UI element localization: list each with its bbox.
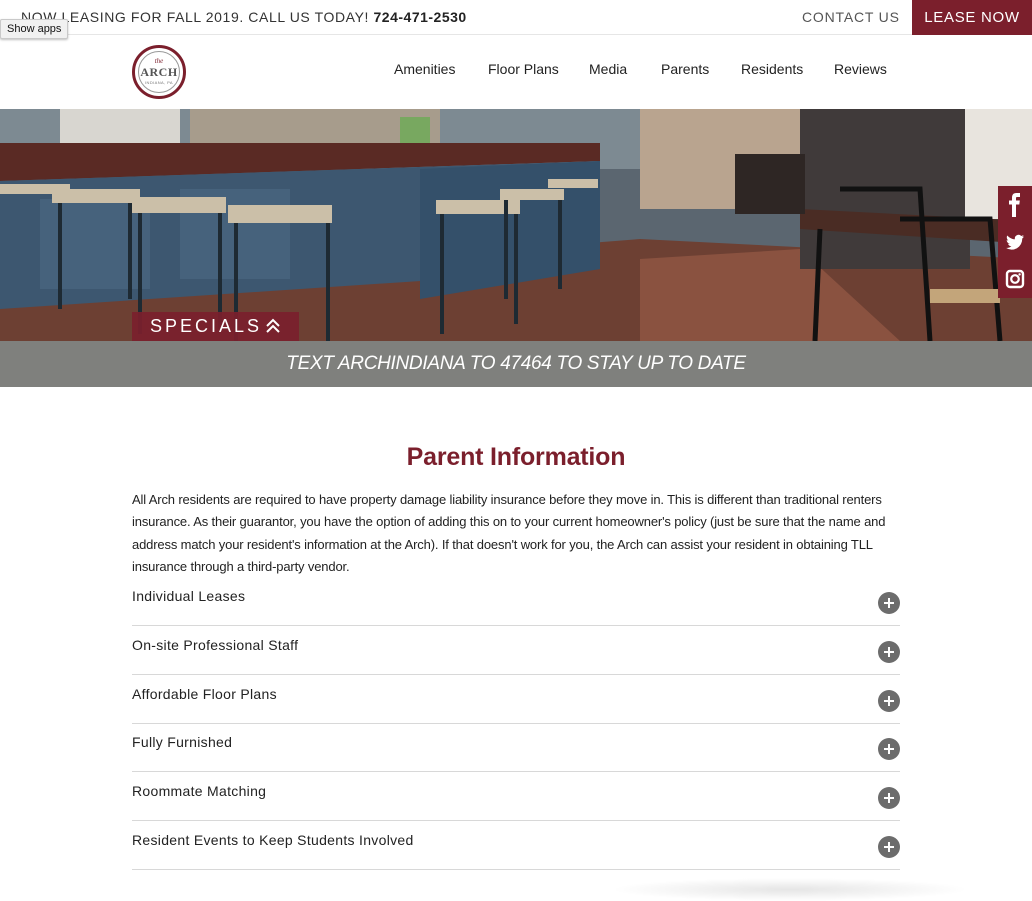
arch-logo[interactable]: the ARCH INDIANA, PA bbox=[132, 45, 186, 99]
accordion-label: Individual Leases bbox=[132, 588, 246, 604]
plus-icon[interactable] bbox=[878, 738, 900, 760]
logo-the: the bbox=[154, 57, 164, 65]
specials-label: SPECIALS bbox=[150, 316, 263, 336]
hero-image bbox=[0, 109, 1032, 341]
accordion-item-affordable-floor-plans[interactable]: Affordable Floor Plans bbox=[132, 675, 900, 724]
plus-icon[interactable] bbox=[878, 592, 900, 614]
nav-item-residents[interactable]: Residents bbox=[741, 61, 803, 77]
accordion-item-resident-events[interactable]: Resident Events to Keep Students Involve… bbox=[132, 821, 900, 870]
social-bar bbox=[998, 186, 1032, 298]
floating-shadow bbox=[610, 878, 970, 901]
logo-sub: INDIANA, PA bbox=[145, 80, 173, 85]
site-header: the ARCH INDIANA, PA Amenities Floor Pla… bbox=[0, 35, 1032, 135]
accordion-item-onsite-staff[interactable]: On-site Professional Staff bbox=[132, 626, 900, 675]
plus-icon[interactable] bbox=[878, 836, 900, 858]
contact-us-link[interactable]: CONTACT US bbox=[802, 9, 900, 25]
accordion-item-individual-leases[interactable]: Individual Leases bbox=[132, 577, 900, 626]
twitter-icon[interactable] bbox=[998, 225, 1032, 259]
instagram-icon[interactable] bbox=[998, 262, 1032, 296]
accordion-label: Roommate Matching bbox=[132, 783, 267, 799]
accordion-label: On-site Professional Staff bbox=[132, 637, 299, 653]
facebook-icon[interactable] bbox=[998, 188, 1032, 222]
nav-item-amenities[interactable]: Amenities bbox=[394, 61, 455, 77]
phone-number[interactable]: 724-471-2530 bbox=[374, 9, 467, 25]
accordion-item-roommate-matching[interactable]: Roommate Matching bbox=[132, 772, 900, 821]
page-title: Parent Information bbox=[406, 443, 626, 471]
nav-item-media[interactable]: Media bbox=[589, 61, 627, 77]
hero-illustration bbox=[0, 109, 1032, 341]
nav-item-reviews[interactable]: Reviews bbox=[834, 61, 887, 77]
nav-item-parents[interactable]: Parents bbox=[661, 61, 709, 77]
top-bar: NOW LEASING FOR FALL 2019. CALL US TODAY… bbox=[0, 0, 1032, 35]
double-chevron-up-icon bbox=[266, 318, 280, 333]
plus-icon[interactable] bbox=[878, 641, 900, 663]
lease-now-button[interactable]: LEASE NOW bbox=[912, 0, 1032, 35]
show-apps-button[interactable]: Show apps bbox=[0, 19, 69, 39]
promo-label: NOW LEASING FOR FALL 2019. CALL US TODAY… bbox=[21, 9, 370, 25]
plus-icon[interactable] bbox=[878, 690, 900, 712]
accordion-item-fully-furnished[interactable]: Fully Furnished bbox=[132, 723, 900, 772]
accordion-label: Affordable Floor Plans bbox=[132, 686, 277, 702]
logo-name: ARCH bbox=[140, 65, 178, 79]
plus-icon[interactable] bbox=[878, 787, 900, 809]
specials-button[interactable]: SPECIALS bbox=[132, 312, 299, 341]
promo-text: NOW LEASING FOR FALL 2019. CALL US TODAY… bbox=[21, 9, 467, 25]
parent-info-paragraph: All Arch residents are required to have … bbox=[132, 492, 886, 575]
nav-item-floor-plans[interactable]: Floor Plans bbox=[488, 61, 559, 77]
text-alert-banner: TEXT ARCHINDIANA TO 47464 TO STAY UP TO … bbox=[0, 341, 1032, 387]
accordion-label: Resident Events to Keep Students Involve… bbox=[132, 832, 414, 848]
accordion-label: Fully Furnished bbox=[132, 734, 233, 750]
